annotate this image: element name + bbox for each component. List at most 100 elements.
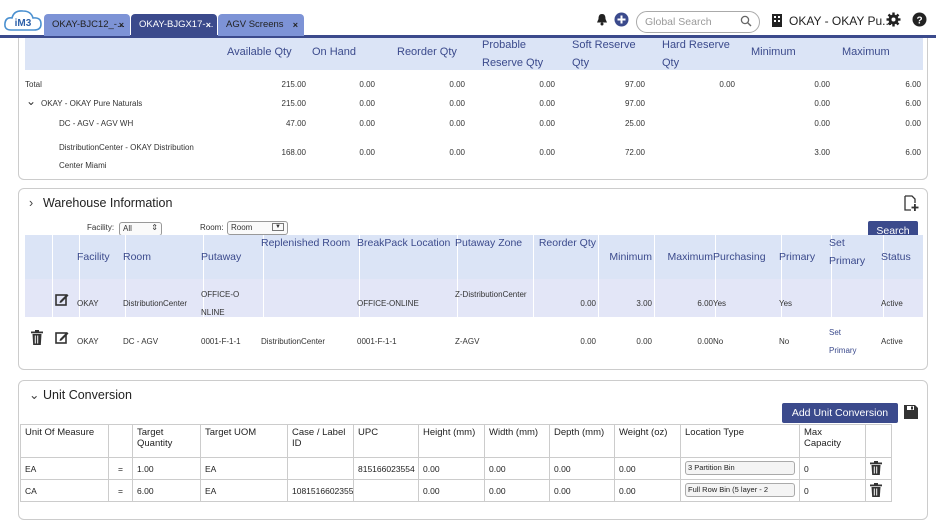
- add-unit-conversion-button[interactable]: Add Unit Conversion: [782, 403, 898, 423]
- col-depth: Depth (mm): [549, 424, 615, 458]
- trash-icon[interactable]: [31, 330, 43, 348]
- chevron-down-icon[interactable]: ⌄: [26, 94, 36, 108]
- depth-cell[interactable]: 0.00: [549, 479, 615, 502]
- col-target-uom: Target UOM: [200, 424, 288, 458]
- unit-conversion-section-header[interactable]: ⌄ Unit Conversion: [29, 387, 132, 402]
- tab-agv-screens[interactable]: AGV Screens ×: [218, 14, 304, 36]
- global-search-placeholder: Global Search: [645, 16, 712, 28]
- col-status: Status: [881, 251, 911, 263]
- col-height: Height (mm): [418, 424, 485, 458]
- col-minimum: Minimum: [751, 46, 796, 58]
- help-icon[interactable]: ?: [912, 12, 927, 31]
- save-icon[interactable]: [903, 404, 919, 423]
- location-type-select[interactable]: Full Row Bin (5 layer - 2: [685, 482, 795, 497]
- case-label-cell[interactable]: 10815166023551: [287, 479, 354, 502]
- max-capacity-cell[interactable]: 0: [799, 479, 866, 502]
- cell-status: Active: [881, 337, 903, 346]
- col-upc: UPC: [353, 424, 419, 458]
- inventory-value-cell: 3.00: [814, 148, 830, 157]
- inventory-value-cell: 97.00: [624, 80, 645, 89]
- uom-cell[interactable]: CA: [20, 479, 109, 502]
- chevron-right-icon[interactable]: ›: [29, 196, 43, 210]
- svg-text:iM3: iM3: [15, 18, 32, 29]
- upc-cell[interactable]: [353, 479, 419, 502]
- inventory-value-cell: 6.00: [905, 148, 921, 157]
- inventory-value-cell: 0.00: [539, 119, 555, 128]
- width-cell[interactable]: 0.00: [484, 457, 550, 480]
- trash-icon[interactable]: [870, 482, 882, 499]
- gear-icon[interactable]: [886, 12, 901, 31]
- room-filter-select[interactable]: Room ▼: [227, 221, 288, 235]
- tab-okay-bjgx17[interactable]: OKAY-BJGX17-... ×: [131, 14, 217, 36]
- cell-purchasing: No: [713, 337, 724, 346]
- inventory-value-cell: 47.00: [285, 119, 306, 128]
- im3-logo[interactable]: iM3: [3, 8, 43, 36]
- inventory-row-label: DistributionCenter - OKAY Distribution C…: [59, 143, 194, 170]
- height-cell[interactable]: 0.00: [418, 479, 485, 502]
- inventory-value-cell: 0.00: [359, 119, 375, 128]
- bell-icon[interactable]: [596, 13, 608, 30]
- cell-facility: OKAY: [77, 299, 99, 308]
- edit-icon[interactable]: [55, 330, 69, 347]
- col-reorder-qty: Reorder Qty: [397, 46, 457, 58]
- height-cell[interactable]: 0.00: [418, 457, 485, 480]
- target-uom-cell[interactable]: EA: [200, 479, 288, 502]
- facility-selector[interactable]: OKAY - OKAY Pu...: [789, 14, 892, 28]
- uom-cell[interactable]: EA: [20, 457, 109, 480]
- col-on-hand: On Hand: [312, 46, 357, 58]
- col-breakpack-location: BreakPack Location: [357, 237, 451, 249]
- cell-replenished: DistributionCenter: [261, 337, 326, 346]
- cell-set-primary[interactable]: Set Primary: [829, 324, 869, 360]
- facility-filter-value: All: [123, 224, 132, 233]
- col-soft-reserve-qty: Soft Reserve Qty: [572, 39, 636, 69]
- col-minimum: Minimum: [609, 251, 652, 263]
- close-tab-icon[interactable]: ×: [206, 14, 211, 36]
- inventory-value-cell: 0.00: [449, 80, 465, 89]
- edit-icon[interactable]: [55, 292, 69, 309]
- warehouse-section-header[interactable]: › Warehouse Information: [29, 196, 172, 210]
- table-row[interactable]: CA = 6.00 EA 10815166023551 0.00 0.00 0.…: [20, 479, 892, 502]
- table-row[interactable]: EA = 1.00 EA 815166023554 0.00 0.00 0.00…: [20, 457, 892, 480]
- equals-sign: =: [108, 479, 133, 502]
- target-qty-cell[interactable]: 6.00: [132, 479, 201, 502]
- facility-filter-select[interactable]: All ⇕: [119, 222, 162, 236]
- building-icon[interactable]: [771, 13, 783, 31]
- inventory-value-cell: 215.00: [281, 80, 306, 89]
- inventory-row-label[interactable]: OKAY - OKAY Pure Naturals: [41, 99, 142, 108]
- chevron-down-icon[interactable]: ⌄: [29, 387, 43, 402]
- location-type-value: Full Row Bin (5 layer - 2: [688, 484, 769, 494]
- close-tab-icon[interactable]: ×: [293, 14, 298, 36]
- tab-label: OKAY-BJC12_-...: [52, 19, 125, 30]
- inventory-value-cell: 6.00: [905, 99, 921, 108]
- cell-breakpack: OFFICE-ONLINE: [357, 299, 419, 308]
- plus-circle-icon[interactable]: [614, 12, 629, 31]
- weight-cell[interactable]: 0.00: [614, 457, 681, 480]
- search-icon[interactable]: [740, 15, 752, 30]
- tab-okay-bjc12[interactable]: OKAY-BJC12_-... ×: [44, 14, 130, 36]
- weight-cell[interactable]: 0.00: [614, 479, 681, 502]
- cell-min: 0.00: [636, 337, 652, 346]
- svg-text:?: ?: [916, 16, 922, 27]
- width-cell[interactable]: 0.00: [484, 479, 550, 502]
- col-target-quantity: Target Quantity: [132, 424, 201, 458]
- add-document-icon[interactable]: [903, 195, 919, 214]
- global-search-input[interactable]: Global Search: [636, 11, 760, 33]
- location-type-select[interactable]: 3 Partition Bin: [685, 460, 795, 475]
- tab-label: AGV Screens: [226, 19, 284, 30]
- target-uom-cell[interactable]: EA: [200, 457, 288, 480]
- depth-cell[interactable]: 0.00: [549, 457, 615, 480]
- close-tab-icon[interactable]: ×: [119, 14, 124, 36]
- col-width: Width (mm): [484, 424, 550, 458]
- max-capacity-cell[interactable]: 0: [799, 457, 866, 480]
- trash-icon[interactable]: [870, 460, 882, 477]
- upc-cell[interactable]: 815166023554: [353, 457, 419, 480]
- inventory-value-cell: 0.00: [814, 80, 830, 89]
- col-case-label-id: Case / Label ID: [287, 424, 354, 458]
- col-purchasing: Purchasing: [713, 251, 766, 263]
- case-label-cell[interactable]: [287, 457, 354, 480]
- col-maximum: Maximum: [667, 251, 713, 263]
- tab-label: OKAY-BJGX17-...: [139, 19, 214, 30]
- cell-room: DistributionCenter: [123, 299, 188, 308]
- location-type-value: 3 Partition Bin: [688, 462, 735, 472]
- target-qty-cell[interactable]: 1.00: [132, 457, 201, 480]
